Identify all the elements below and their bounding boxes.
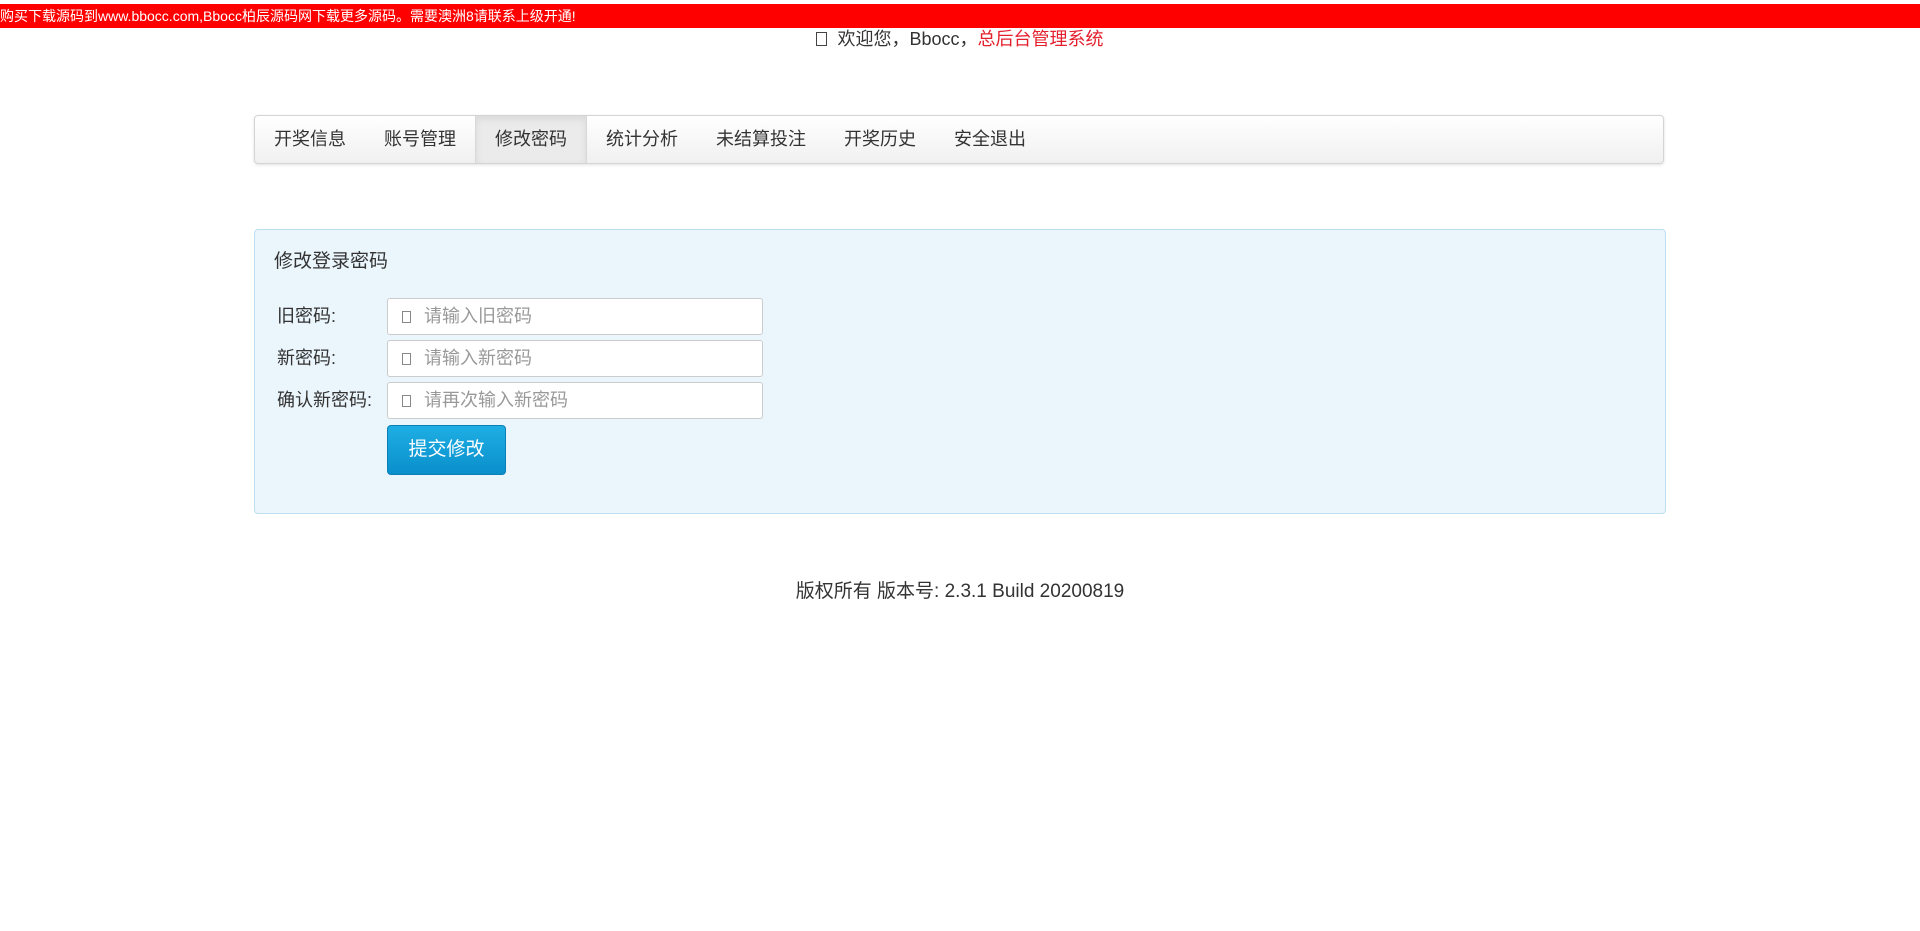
user-icon	[816, 32, 828, 46]
nav-item-statistics[interactable]: 统计分析	[587, 116, 697, 163]
system-name: 总后台管理系统	[977, 29, 1104, 49]
nav-item-unsettled-bets[interactable]: 未结算投注	[697, 116, 825, 163]
submit-button[interactable]: 提交修改	[387, 425, 506, 475]
change-password-panel: 修改登录密码 旧密码: 新密码: 确认新密码: 提交修改	[254, 229, 1666, 514]
welcome-text: 欢迎您，Bbocc，	[837, 29, 978, 49]
lock-icon	[402, 353, 411, 365]
main-navbar: 开奖信息 账号管理 修改密码 统计分析 未结算投注 开奖历史 安全退出	[254, 115, 1664, 164]
new-password-field[interactable]	[387, 340, 763, 377]
old-password-row: 旧密码:	[255, 298, 855, 335]
old-password-input[interactable]	[424, 299, 754, 334]
nav-item-draw-info[interactable]: 开奖信息	[255, 116, 365, 163]
new-password-row: 新密码:	[255, 340, 855, 377]
nav-item-account-management[interactable]: 账号管理	[365, 116, 475, 163]
confirm-password-input[interactable]	[424, 383, 754, 418]
confirm-password-label: 确认新密码:	[277, 390, 373, 410]
old-password-label: 旧密码:	[277, 306, 337, 326]
old-password-field[interactable]	[387, 298, 763, 335]
nav-item-logout[interactable]: 安全退出	[935, 116, 1045, 163]
confirm-password-field[interactable]	[387, 382, 763, 419]
lock-icon	[402, 311, 411, 323]
notice-banner: 购买下载源码到www.bbocc.com,Bbocc柏辰源码网下载更多源码。需要…	[0, 4, 1920, 28]
new-password-label: 新密码:	[277, 348, 337, 368]
confirm-password-row: 确认新密码:	[255, 382, 855, 419]
notice-text: 购买下载源码到www.bbocc.com,Bbocc柏辰源码网下载更多源码。需要…	[0, 8, 576, 24]
nav-item-change-password[interactable]: 修改密码	[475, 116, 587, 163]
panel-title: 修改登录密码	[274, 251, 389, 272]
nav-item-draw-history[interactable]: 开奖历史	[825, 116, 935, 163]
footer-copyright: 版权所有 版本号: 2.3.1 Build 20200819	[795, 581, 1125, 602]
welcome-bar: 欢迎您，Bbocc，总后台管理系统	[0, 27, 1920, 51]
new-password-input[interactable]	[424, 341, 754, 376]
lock-icon	[402, 395, 411, 407]
